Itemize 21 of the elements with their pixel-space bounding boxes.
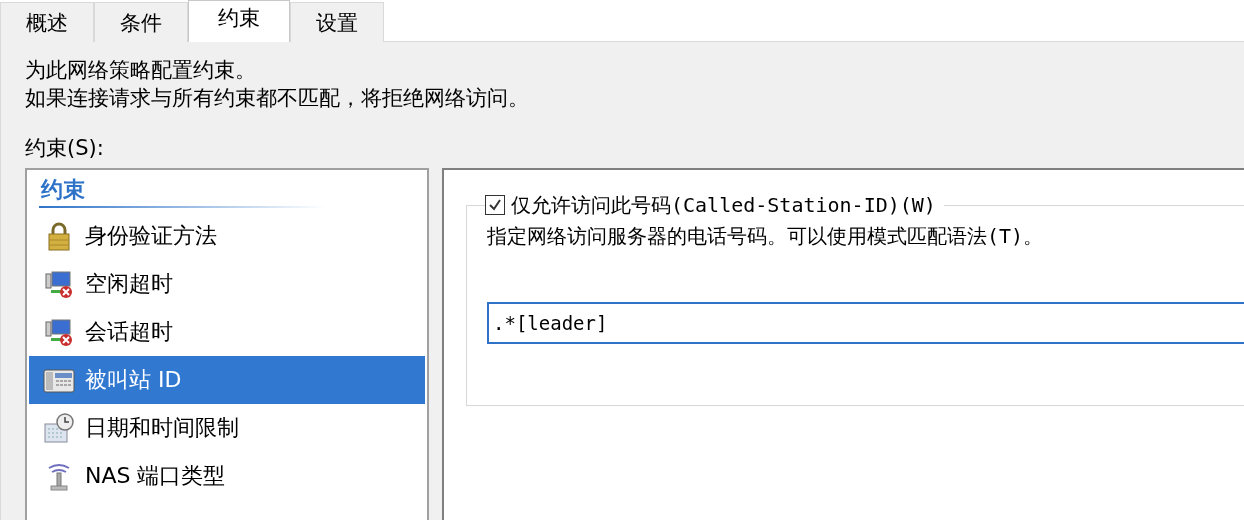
constraint-item[interactable]: 身份验证方法 xyxy=(29,212,425,260)
tab[interactable]: 条件 xyxy=(94,2,188,42)
constraints-label: 约束(S): xyxy=(25,135,105,162)
intro-text: 为此网络策略配置约束。 xyxy=(25,57,257,84)
computer-error-icon xyxy=(43,268,75,300)
constraint-item[interactable]: 会话超时 xyxy=(29,308,425,356)
tab[interactable]: 设置 xyxy=(290,2,384,42)
calendar-clock-icon xyxy=(43,412,75,444)
constraint-item[interactable]: 被叫站 ID xyxy=(29,356,425,404)
tab[interactable]: 概述 xyxy=(0,2,94,42)
description-text: 指定网络访问服务器的电话号码。可以使用模式匹配语法(T)。 xyxy=(487,223,1045,250)
computer-error-icon xyxy=(43,316,75,348)
checkbox-label: 仅允许访问此号码(Called-Station-ID)(W) xyxy=(511,192,936,219)
input-field[interactable]: .*[leader] xyxy=(487,302,1244,344)
tab[interactable]: 约束 xyxy=(188,0,290,42)
checkbox[interactable] xyxy=(485,195,505,215)
constraint-item[interactable]: 日期和时间限制 xyxy=(29,404,425,452)
constraint-item[interactable]: 空闲超时 xyxy=(29,260,425,308)
list-heading: 约束 xyxy=(39,176,86,204)
constraint-item[interactable]: NAS 端口类型 xyxy=(29,452,425,500)
intro-text: 如果连接请求与所有约束都不匹配，将拒绝网络访问。 xyxy=(25,85,530,112)
